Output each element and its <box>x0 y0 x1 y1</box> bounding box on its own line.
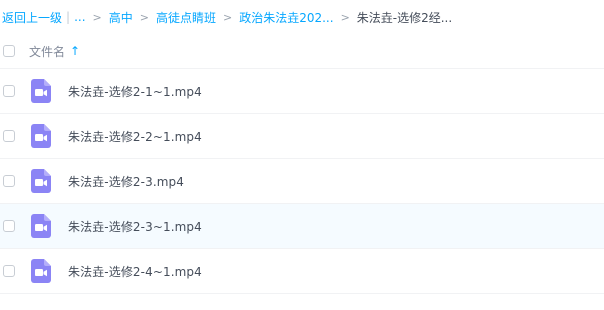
file-list: 朱法垚-选修2-1~1.mp4 朱法垚-选修2-2~1.mp4 朱法垚-选修2-… <box>0 69 604 294</box>
row-checkbox[interactable] <box>3 220 15 232</box>
sort-ascending-icon[interactable]: ↑ <box>70 44 80 58</box>
file-list-header: 文件名 ↑ <box>0 34 604 69</box>
breadcrumb-item-1[interactable]: 高中 <box>109 9 133 26</box>
chevron-right-icon: > <box>222 10 233 24</box>
file-row[interactable]: 朱法垚-选修2-4~1.mp4 <box>0 249 604 294</box>
breadcrumb: 返回上一级 | ... > 高中 > 高徒点睛班 > 政治朱法垚202... >… <box>0 0 604 34</box>
column-filename[interactable]: 文件名 <box>29 43 65 60</box>
video-file-icon <box>31 79 51 103</box>
file-row[interactable]: 朱法垚-选修2-3.mp4 <box>0 159 604 204</box>
chevron-right-icon: > <box>340 10 350 24</box>
video-file-icon <box>31 169 51 193</box>
file-row[interactable]: 朱法垚-选修2-1~1.mp4 <box>0 69 604 114</box>
file-row[interactable]: 朱法垚-选修2-3~1.mp4 <box>0 204 604 249</box>
chevron-right-icon: > <box>92 10 102 24</box>
row-checkbox[interactable] <box>3 85 15 97</box>
video-file-icon <box>31 214 51 238</box>
file-name[interactable]: 朱法垚-选修2-1~1.mp4 <box>68 83 202 100</box>
video-file-icon <box>31 259 51 283</box>
row-checkbox[interactable] <box>3 265 15 277</box>
file-row[interactable]: 朱法垚-选修2-2~1.mp4 <box>0 114 604 159</box>
breadcrumb-item-2[interactable]: 高徒点睛班 <box>156 9 216 26</box>
back-link[interactable]: 返回上一级 <box>2 9 62 26</box>
file-name[interactable]: 朱法垚-选修2-3~1.mp4 <box>68 218 202 235</box>
video-file-icon <box>31 124 51 148</box>
breadcrumb-ellipsis[interactable]: ... <box>74 10 85 24</box>
file-name[interactable]: 朱法垚-选修2-4~1.mp4 <box>68 263 202 280</box>
breadcrumb-item-3[interactable]: 政治朱法垚202... <box>239 9 333 26</box>
file-name[interactable]: 朱法垚-选修2-3.mp4 <box>68 173 184 190</box>
breadcrumb-divider: | <box>66 10 71 24</box>
row-checkbox[interactable] <box>3 175 15 187</box>
breadcrumb-current: 朱法垚-选修2经... <box>356 10 453 25</box>
row-checkbox[interactable] <box>3 130 15 142</box>
select-all-checkbox[interactable] <box>3 45 15 57</box>
chevron-right-icon: > <box>139 10 149 24</box>
file-name[interactable]: 朱法垚-选修2-2~1.mp4 <box>68 128 202 145</box>
